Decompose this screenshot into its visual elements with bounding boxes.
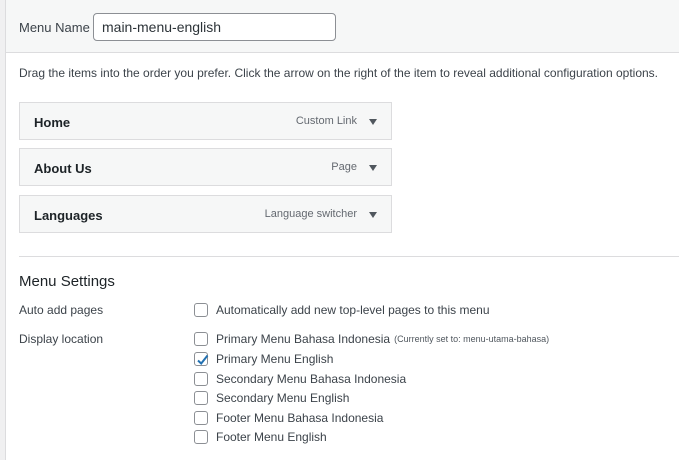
location-option-label: Secondary Menu English xyxy=(216,391,350,405)
menu-item-about-us[interactable]: About Us Page xyxy=(19,148,392,186)
auto-add-pages-option[interactable]: Automatically add new top-level pages to… xyxy=(194,302,490,318)
location-option-footer-english[interactable]: Footer Menu English xyxy=(194,429,327,445)
menu-item-type: Custom Link xyxy=(295,115,357,127)
location-option-label: Primary Menu Bahasa Indonesia xyxy=(216,332,391,346)
location-option-label: Footer Menu English xyxy=(216,430,327,444)
location-option-primary-english[interactable]: Primary Menu English xyxy=(194,351,333,367)
location-option-label: Secondary Menu Bahasa Indonesia xyxy=(216,372,407,386)
auto-add-pages-option-label: Automatically add new top-level pages to… xyxy=(216,303,490,317)
menu-item-type: Page xyxy=(331,161,357,173)
display-location-label: Display location xyxy=(19,332,104,346)
auto-add-pages-checkbox[interactable] xyxy=(194,303,208,317)
location-checkbox[interactable] xyxy=(194,411,208,425)
section-divider xyxy=(19,256,679,257)
location-checkbox-checked[interactable] xyxy=(194,352,209,366)
location-option-label: Footer Menu Bahasa Indonesia xyxy=(216,411,384,425)
checkmark-icon xyxy=(197,354,209,365)
menu-item-title: Home xyxy=(34,115,71,130)
expand-arrow-icon[interactable] xyxy=(367,209,379,221)
menu-item-languages[interactable]: Languages Language switcher xyxy=(19,195,392,233)
menu-editor-panel: Menu Name Drag the items into the order … xyxy=(5,0,679,460)
location-current-note: (Currently set to: menu-utama-bahasa) xyxy=(394,334,550,344)
location-option-secondary-bahasa[interactable]: Secondary Menu Bahasa Indonesia xyxy=(194,371,406,387)
expand-arrow-icon[interactable] xyxy=(367,116,379,128)
menu-name-label: Menu Name xyxy=(19,20,90,35)
menu-item-home[interactable]: Home Custom Link xyxy=(19,102,392,140)
location-checkbox[interactable] xyxy=(194,430,208,444)
drag-instructions: Drag the items into the order you prefer… xyxy=(19,66,659,80)
menu-item-type: Language switcher xyxy=(264,208,357,220)
menu-item-title: Languages xyxy=(34,208,103,223)
location-option-secondary-english[interactable]: Secondary Menu English xyxy=(194,390,349,406)
auto-add-pages-label: Auto add pages xyxy=(19,303,104,317)
location-checkbox[interactable] xyxy=(194,372,208,386)
expand-arrow-icon[interactable] xyxy=(367,162,379,174)
menu-header: Menu Name xyxy=(6,0,679,53)
menu-settings-title: Menu Settings xyxy=(19,273,115,290)
location-checkbox[interactable] xyxy=(194,332,208,346)
menu-name-input[interactable] xyxy=(93,13,336,41)
location-option-primary-bahasa[interactable]: Primary Menu Bahasa Indonesia (Currently… xyxy=(194,331,549,347)
menu-item-title: About Us xyxy=(34,161,92,176)
location-option-label: Primary Menu English xyxy=(216,352,334,366)
location-option-footer-bahasa[interactable]: Footer Menu Bahasa Indonesia xyxy=(194,410,383,426)
location-checkbox[interactable] xyxy=(194,391,208,405)
